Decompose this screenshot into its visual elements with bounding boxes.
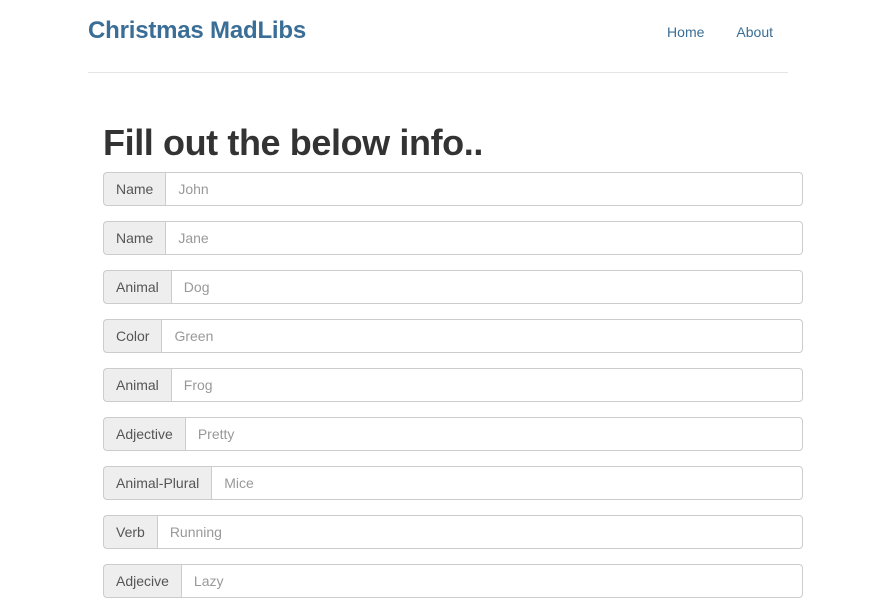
field-label: Adjecive — [103, 564, 181, 598]
input-group-name-2: Name — [103, 221, 803, 255]
field-label: Name — [103, 221, 166, 255]
navbar: Christmas MadLibs Home About — [88, 0, 788, 73]
verb-input[interactable] — [156, 515, 803, 549]
color-input[interactable] — [161, 319, 803, 353]
input-group-color: Color — [103, 319, 803, 353]
field-label: Animal — [103, 270, 171, 304]
main-content: Fill out the below info.. Name Name Anim… — [103, 122, 803, 598]
input-group-verb: Verb — [103, 515, 803, 549]
field-label: Color — [103, 319, 162, 353]
input-group-name-1: Name — [103, 172, 803, 206]
field-label: Adjective — [103, 417, 185, 451]
input-group-animal-plural: Animal-Plural — [103, 466, 803, 500]
input-group-animal-1: Animal — [103, 270, 803, 304]
madlibs-form: Name Name Animal Color Animal Adjective — [103, 172, 803, 609]
animal-input-1[interactable] — [170, 270, 803, 304]
adjective-input[interactable] — [184, 417, 803, 451]
field-label: Verb — [103, 515, 157, 549]
adjecive-input[interactable] — [180, 564, 803, 598]
animal-input-2[interactable] — [170, 368, 803, 402]
page-title: Fill out the below info.. — [103, 122, 483, 163]
nav-links: Home About — [635, 24, 773, 40]
nav-home-link[interactable]: Home — [667, 24, 704, 40]
field-label: Animal — [103, 368, 171, 402]
page: Christmas MadLibs Home About Fill out th… — [0, 0, 892, 609]
name-input-2[interactable] — [165, 221, 803, 255]
input-group-adjecive: Adjecive — [103, 564, 803, 598]
field-label: Name — [103, 172, 166, 206]
name-input-1[interactable] — [165, 172, 803, 206]
nav-about-link[interactable]: About — [736, 24, 773, 40]
brand-link[interactable]: Christmas MadLibs — [88, 17, 306, 45]
input-group-animal-2: Animal — [103, 368, 803, 402]
animal-plural-input[interactable] — [211, 466, 803, 500]
field-label: Animal-Plural — [103, 466, 212, 500]
input-group-adjective: Adjective — [103, 417, 803, 451]
